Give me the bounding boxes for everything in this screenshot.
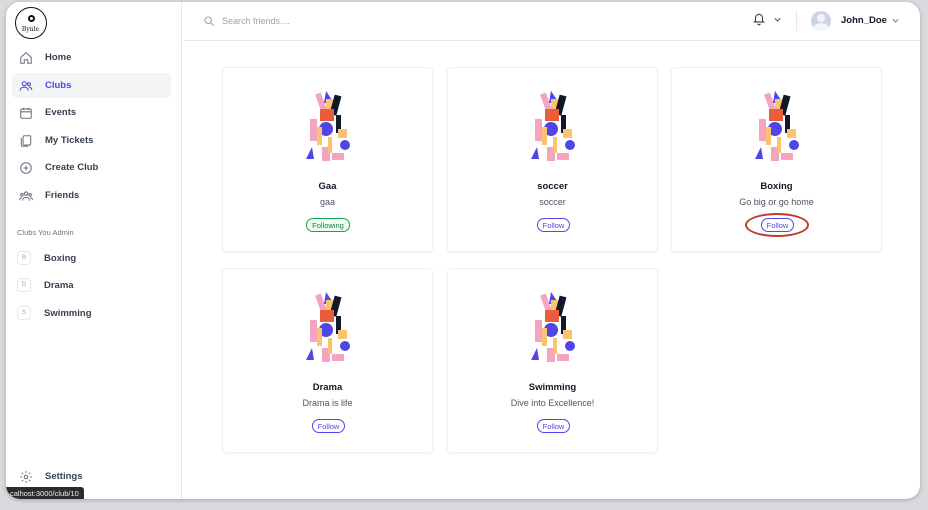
- follow-button[interactable]: Follow: [312, 419, 345, 433]
- club-card-drama[interactable]: Drama Drama is life Follow: [222, 268, 433, 453]
- plus-circle-icon: [20, 161, 32, 174]
- club-name: Boxing: [760, 181, 793, 192]
- sidebar-item-events[interactable]: Events: [12, 100, 171, 125]
- club-description: Drama is life: [302, 398, 353, 408]
- friends-icon: [19, 190, 33, 201]
- sidebar-item-friends[interactable]: Friends: [12, 183, 171, 208]
- calendar-icon: [20, 107, 32, 119]
- users-icon: [19, 80, 33, 91]
- admin-club-swimming[interactable]: S Swimming: [12, 302, 171, 324]
- sidebar-item-label: Events: [45, 107, 77, 118]
- club-illustration: [531, 292, 575, 362]
- username[interactable]: John_Doe: [841, 15, 887, 26]
- sidebar-item-label: Settings: [45, 471, 83, 482]
- header-divider: [796, 11, 797, 31]
- admin-club-boxing[interactable]: B Boxing: [12, 247, 171, 269]
- link-preview-status-bar: calhost:3000/club/10: [6, 487, 84, 499]
- sidebar: Bynle Home Clubs Events My Tickets Creat…: [6, 2, 182, 499]
- club-name: Gaa: [318, 181, 337, 192]
- bell-icon[interactable]: [752, 11, 766, 27]
- section-title-clubs-you-admin: Clubs You Admin: [17, 228, 74, 237]
- sidebar-item-create-club[interactable]: Create Club: [12, 155, 171, 180]
- club-initial-badge: S: [17, 306, 31, 320]
- highlight-annotation-circle: [745, 213, 809, 237]
- club-card-soccer[interactable]: soccer soccer Follow: [447, 67, 658, 252]
- ticket-icon: [20, 134, 32, 147]
- sidebar-item-label: Friends: [45, 190, 80, 201]
- club-card-swimming[interactable]: Swimming Dive into Excellence! Follow: [447, 268, 658, 453]
- home-icon: [20, 51, 32, 64]
- avatar[interactable]: [811, 11, 831, 31]
- sidebar-item-settings[interactable]: Settings: [12, 464, 171, 489]
- club-illustration: [306, 292, 350, 362]
- club-illustration: [755, 91, 799, 161]
- sidebar-item-my-tickets[interactable]: My Tickets: [12, 128, 171, 153]
- brand-logo[interactable]: Bynle: [15, 7, 47, 39]
- search-input[interactable]: [222, 12, 522, 30]
- sidebar-item-label: My Tickets: [45, 135, 94, 146]
- following-button[interactable]: Following: [306, 218, 350, 232]
- search-icon: [204, 16, 214, 26]
- follow-button[interactable]: Follow: [537, 218, 570, 232]
- club-name: Swimming: [528, 382, 577, 393]
- club-description: soccer: [539, 197, 566, 207]
- club-initial-badge: D: [17, 278, 31, 292]
- sidebar-item-label: Create Club: [45, 162, 99, 173]
- club-illustration: [306, 91, 350, 161]
- club-description: Go big or go home: [739, 197, 814, 207]
- sidebar-item-clubs[interactable]: Clubs: [12, 73, 171, 98]
- top-header: John_Doe: [183, 2, 920, 41]
- club-illustration: [531, 91, 575, 161]
- admin-club-label: Drama: [44, 279, 74, 291]
- app-window: Bynle Home Clubs Events My Tickets Creat…: [6, 2, 920, 499]
- brand-logo-text: Bynle: [21, 26, 40, 33]
- club-card-boxing[interactable]: Boxing Go big or go home Follow: [671, 67, 882, 252]
- club-name: Drama: [312, 382, 343, 393]
- chevron-down-icon[interactable]: [773, 15, 782, 24]
- follow-button[interactable]: Follow: [537, 419, 570, 433]
- club-description: Dive into Excellence!: [510, 398, 595, 408]
- club-card-gaa[interactable]: Gaa gaa Following: [222, 67, 433, 252]
- club-name: soccer: [537, 181, 568, 192]
- chevron-down-icon[interactable]: [891, 16, 900, 25]
- admin-club-drama[interactable]: D Drama: [12, 274, 171, 296]
- club-description: gaa: [319, 197, 336, 207]
- sidebar-item-label: Home: [45, 52, 72, 63]
- sidebar-item-label: Clubs: [45, 80, 72, 91]
- gear-icon: [20, 470, 32, 483]
- sidebar-item-home[interactable]: Home: [12, 45, 171, 70]
- admin-club-label: Swimming: [44, 307, 92, 319]
- club-initial-badge: B: [17, 251, 31, 265]
- admin-club-label: Boxing: [44, 252, 77, 264]
